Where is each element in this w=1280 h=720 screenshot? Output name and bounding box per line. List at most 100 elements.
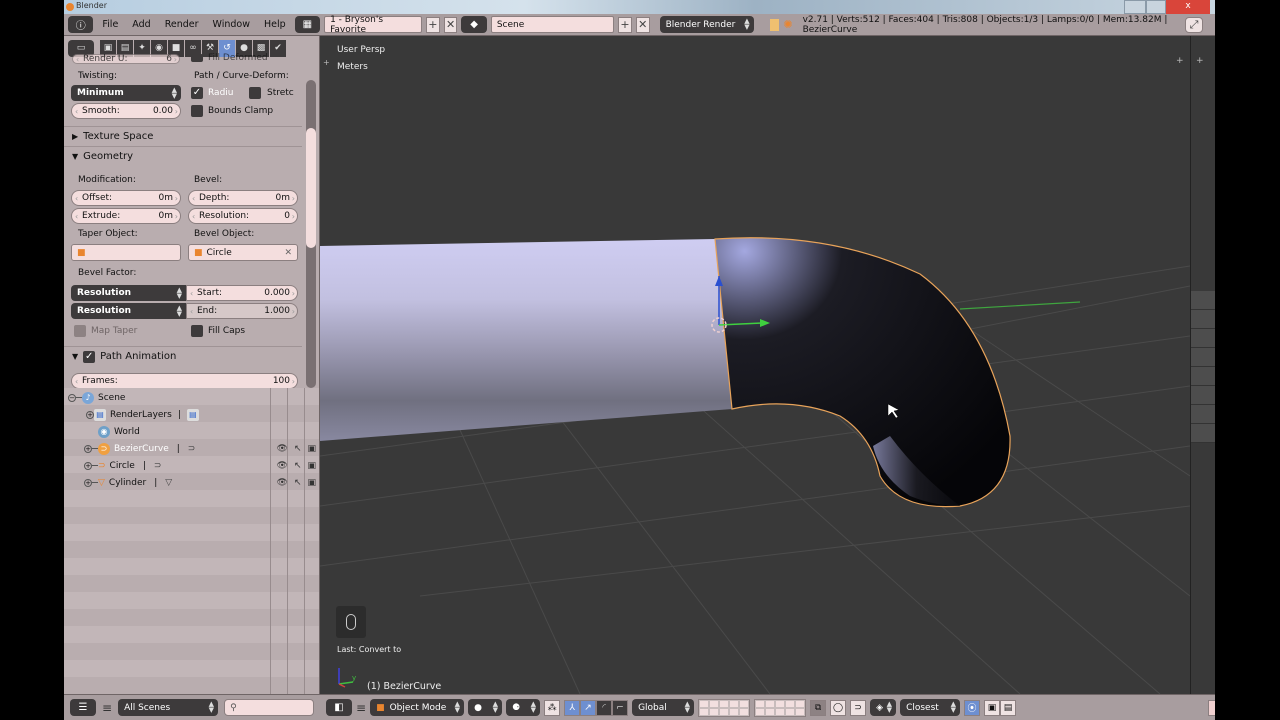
add-screen-button[interactable]: + <box>425 16 440 33</box>
twisting-dropdown[interactable]: Minimum ▲ ▼ <box>71 85 181 101</box>
section-geometry[interactable]: ▼ Geometry <box>64 146 302 166</box>
pivot-point-dropdown[interactable]: ⚈ ▲ ▼ <box>506 699 541 716</box>
lock-layers-icon[interactable]: ⧉ <box>810 699 827 716</box>
fullscreen-toggle-button[interactable]: ⤢ <box>1185 16 1203 33</box>
depth-field[interactable]: Depth: 0m <box>188 190 298 206</box>
manipulator-toggle-icon[interactable]: ⅄ <box>564 699 581 716</box>
fill-caps-checkbox[interactable] <box>191 325 203 337</box>
bevel-end-mode-dropdown[interactable]: Resolution ▲ ▼ <box>71 303 186 319</box>
bevel-end-field[interactable]: End: 1.000 <box>186 303 298 319</box>
screen-layout-field[interactable]: 1 - Bryson's Favorite <box>324 15 422 35</box>
snap-toggle-icon[interactable]: ⊃ <box>850 699 867 716</box>
outliner-item-world[interactable]: ◉ World <box>64 423 320 440</box>
expand-icon[interactable]: + <box>84 461 92 470</box>
bezier-curve-elbow[interactable] <box>714 237 1011 508</box>
menu-hamburger-icon[interactable]: ≡ <box>102 701 112 715</box>
selectable-cursor-icon[interactable]: ↖ <box>294 444 302 454</box>
translate-manipulator-icon[interactable]: ↗ <box>580 699 597 716</box>
outliner-search-input[interactable]: ⚲ <box>224 699 315 716</box>
menu-file[interactable]: File <box>97 19 123 30</box>
scene-icon[interactable]: ◆ <box>461 16 487 33</box>
rotate-manipulator-icon[interactable]: ◜ <box>596 699 613 716</box>
transform-orientation-dropdown[interactable]: Global ▲ ▼ <box>632 699 695 716</box>
properties-scrollbar[interactable] <box>306 80 316 388</box>
outliner-item-cylinder[interactable]: + ▽ Cylinder | ▽ 👁 ↖ ▣ <box>64 474 320 491</box>
opengl-render-animation-icon[interactable]: ▤ <box>1000 699 1017 716</box>
display-mode-dropdown[interactable]: All Scenes ▲ ▼ <box>118 699 219 716</box>
viewport-shading-dropdown[interactable]: ● ▲ ▼ <box>468 699 503 716</box>
render-u-field[interactable]: Render U: 6 <box>72 54 180 64</box>
outliner-item-renderlayers[interactable]: + ▤ RenderLayers | ▤ <box>64 406 320 423</box>
map-taper-checkbox[interactable] <box>74 325 86 337</box>
add-scene-button[interactable]: + <box>618 16 632 33</box>
selectable-cursor-icon[interactable]: ↖ <box>294 478 302 488</box>
menu-help[interactable]: Help <box>259 19 291 30</box>
timeline-editor-icon[interactable] <box>1208 699 1215 716</box>
outliner-item-circle[interactable]: + ⊃ Circle | ⊃ 👁 ↖ ▣ <box>64 457 320 474</box>
mode-dropdown[interactable]: ■ Object Mode ▲ ▼ <box>370 699 465 716</box>
clear-bevel-object-icon[interactable]: ✕ <box>284 248 292 258</box>
region-toggle-plus-icon[interactable]: + <box>1196 56 1204 66</box>
expand-icon[interactable]: + <box>84 478 92 487</box>
region-scroll-area[interactable] <box>1191 291 1215 443</box>
layer-buttons[interactable] <box>698 698 751 717</box>
editor-type-outliner-button[interactable]: ☰ <box>70 699 96 716</box>
renderable-camera-icon[interactable]: ▣ <box>307 461 316 471</box>
radius-checkbox[interactable]: ✓ <box>191 87 203 99</box>
extrude-field[interactable]: Extrude: 0m <box>71 208 181 224</box>
collapse-icon[interactable]: − <box>68 393 76 402</box>
delete-scene-button[interactable]: ✕ <box>635 16 650 33</box>
offset-field[interactable]: Offset: 0m <box>71 190 181 206</box>
properties-scrollbar-thumb[interactable] <box>306 128 316 248</box>
expand-icon[interactable]: + <box>86 410 94 419</box>
align-rotation-icon[interactable]: ⦿ <box>964 699 981 716</box>
expand-icon[interactable]: + <box>84 444 92 453</box>
menu-add[interactable]: Add <box>127 19 155 30</box>
selectable-cursor-icon[interactable]: ↖ <box>294 461 302 471</box>
visibility-eye-icon[interactable]: 👁 <box>277 444 288 454</box>
render-engine-dropdown[interactable]: Blender Render ▲ ▼ <box>659 16 754 33</box>
layer-buttons-2[interactable] <box>754 698 807 717</box>
visibility-eye-icon[interactable]: 👁 <box>277 461 288 471</box>
visibility-eye-icon[interactable]: 👁 <box>277 478 288 488</box>
frames-field[interactable]: Frames: 100 <box>71 373 298 388</box>
section-path-animation[interactable]: ▼ ✓ Path Animation <box>64 346 302 366</box>
editor-type-3dview-button[interactable]: ◧ <box>326 699 352 716</box>
bevel-end-label: End: <box>197 306 218 316</box>
fill-deformed-checkbox[interactable] <box>191 54 203 62</box>
bevel-resolution-field[interactable]: Resolution: 0 <box>188 208 298 224</box>
scene-field[interactable]: Scene <box>490 16 615 33</box>
maximize-button[interactable] <box>1146 0 1166 14</box>
section-texture-space[interactable]: ▶ Texture Space <box>64 126 302 146</box>
menu-render[interactable]: Render <box>160 19 204 30</box>
close-button[interactable]: x <box>1166 0 1210 14</box>
stretch-checkbox[interactable] <box>249 87 261 99</box>
toolshelf-toggle-plus-icon[interactable]: + <box>323 58 330 67</box>
proportional-edit-icon[interactable]: ◯ <box>830 699 847 716</box>
outliner-item-beziercurve[interactable]: + ⊃ BezierCurve | ⊃ 👁 ↖ ▣ <box>64 440 320 457</box>
editor-type-info-button[interactable]: ⓘ <box>68 16 94 33</box>
3d-viewport[interactable]: User Persp Meters + + Last: Convert to y… <box>320 36 1190 694</box>
renderable-camera-icon[interactable]: ▣ <box>307 444 316 454</box>
snap-target-dropdown[interactable]: Closest ▲ ▼ <box>900 699 961 716</box>
taper-object-field[interactable]: ■ <box>71 244 181 261</box>
bevel-start-field[interactable]: Start: 0.000 <box>186 285 298 301</box>
bounds-clamp-checkbox[interactable] <box>191 105 203 117</box>
screen-layout-icon[interactable]: ▦ <box>294 16 321 33</box>
path-animation-checkbox[interactable]: ✓ <box>83 350 96 363</box>
snap-element-dropdown[interactable]: ◈ ▲ ▼ <box>870 699 897 716</box>
opengl-render-image-icon[interactable]: ▣ <box>984 699 1001 716</box>
minimize-button[interactable] <box>1124 0 1146 14</box>
renderable-camera-icon[interactable]: ▣ <box>307 478 316 488</box>
align-to-view-icon[interactable]: ⁂ <box>544 699 561 716</box>
delete-screen-button[interactable]: ✕ <box>443 16 458 33</box>
scale-manipulator-icon[interactable]: ⌐ <box>612 699 629 716</box>
bevel-object-field[interactable]: ■ Circle ✕ <box>188 244 298 261</box>
smooth-field[interactable]: Smooth: 0.00 <box>71 103 181 119</box>
menu-window[interactable]: Window <box>208 19 255 30</box>
region-toggle-plus-icon[interactable]: + <box>1176 56 1184 66</box>
outliner-item-scene[interactable]: − ♪ Scene <box>64 389 320 406</box>
menu-hamburger-icon[interactable]: ≡ <box>356 701 366 715</box>
tab-physics-icon[interactable]: ✔ <box>270 39 286 57</box>
bevel-start-mode-dropdown[interactable]: Resolution ▲ ▼ <box>71 285 186 301</box>
